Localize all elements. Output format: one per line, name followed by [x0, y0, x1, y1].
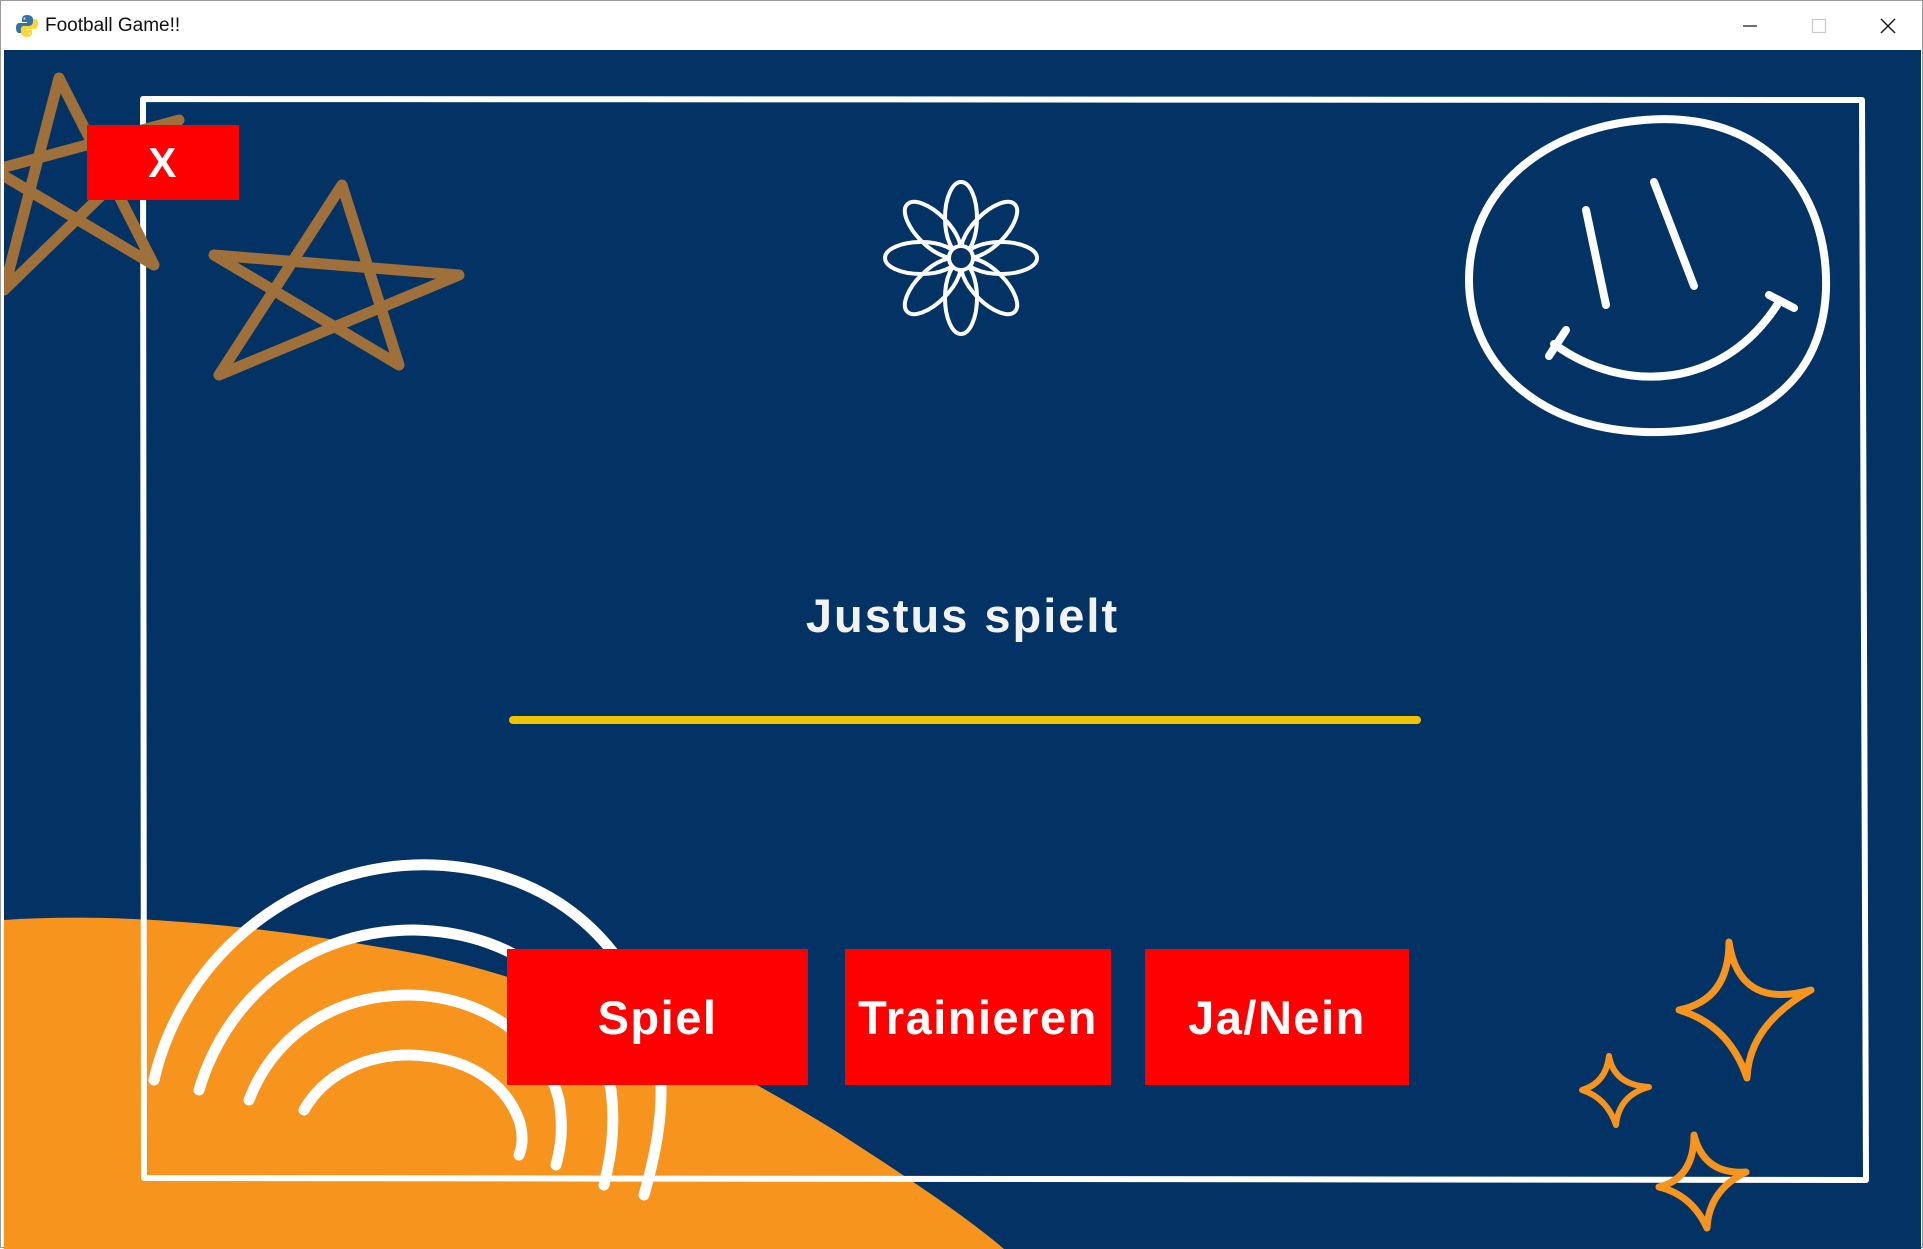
play-button[interactable]: Spiel — [507, 949, 808, 1085]
sparkle-icon — [1579, 1053, 1652, 1128]
minimize-button[interactable] — [1715, 1, 1784, 50]
minimize-icon — [1742, 24, 1757, 27]
player-status-text: Justus spielt — [805, 589, 1120, 642]
yes-no-button[interactable]: Ja/Nein — [1145, 949, 1409, 1085]
window-title: Football Game!! — [45, 15, 181, 36]
maximize-icon — [1811, 18, 1826, 33]
game-window: Football Game!! X Justus spielt Spiel Tr… — [0, 0, 1923, 1249]
sparkle-icon — [1675, 938, 1815, 1082]
smiley-icon — [1464, 115, 1831, 437]
title-bar[interactable]: Football Game!! — [1, 1, 1922, 50]
close-icon — [1880, 18, 1895, 33]
star-icon — [208, 179, 465, 381]
python-icon — [16, 15, 38, 37]
progress-bar-fill — [509, 716, 1421, 724]
flower-icon — [883, 180, 1039, 336]
maximize-button[interactable] — [1784, 1, 1853, 50]
close-game-button[interactable]: X — [87, 125, 239, 200]
train-button[interactable]: Trainieren — [845, 949, 1111, 1085]
close-window-button[interactable] — [1853, 1, 1922, 50]
game-canvas: X Justus spielt Spiel Trainieren Ja/Nein — [4, 50, 1921, 1249]
progress-bar — [509, 716, 1421, 724]
